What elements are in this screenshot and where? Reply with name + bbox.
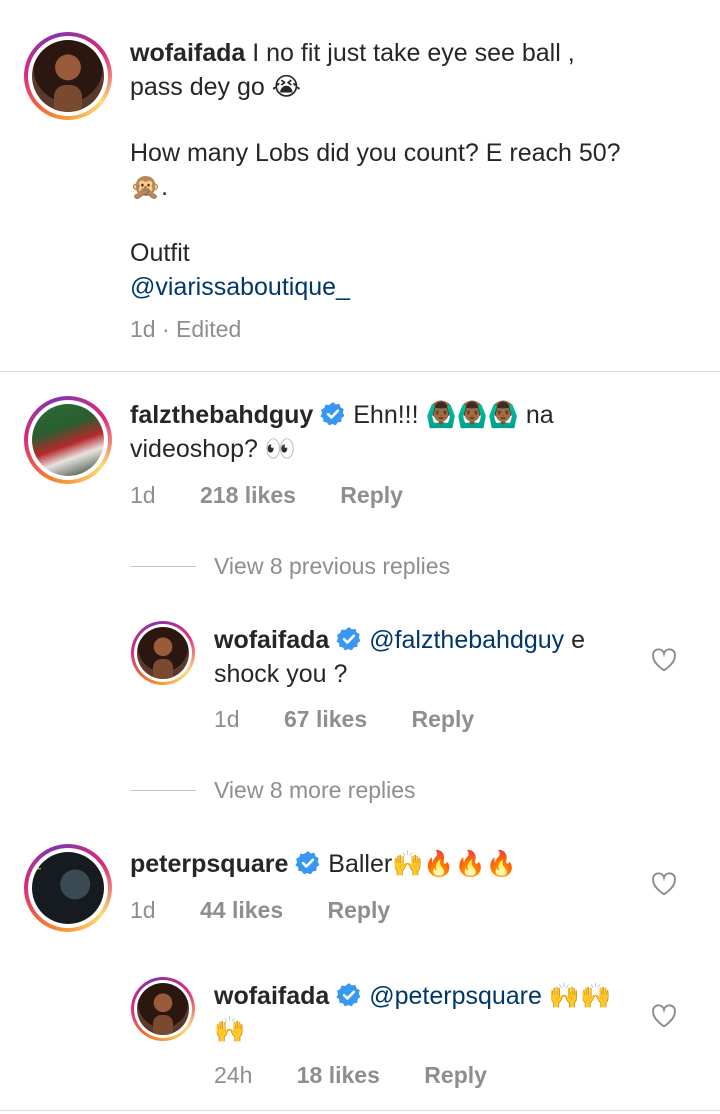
comment-text: peterpsquare Baller🙌🔥🔥🔥 xyxy=(130,850,517,878)
mention-link[interactable]: @falzthebahdguy xyxy=(369,626,564,654)
reply-username[interactable]: wofaifada xyxy=(214,982,329,1010)
comment-meta: 1d 218 likes Reply xyxy=(130,482,403,508)
reply-text: wofaifada @peterpsquare 🙌🙌 🙌 xyxy=(214,982,612,1044)
reply-username[interactable]: wofaifada xyxy=(214,626,329,654)
mention-link[interactable]: @peterpsquare xyxy=(369,982,542,1010)
caption-text: wofaifada I no fit just take eye see bal… xyxy=(130,36,700,304)
comment-username[interactable]: peterpsquare xyxy=(130,850,288,878)
verified-badge-icon xyxy=(336,627,361,651)
avatar-peterpsquare[interactable] xyxy=(24,844,112,932)
avatar-wofaifada[interactable] xyxy=(131,977,195,1041)
comment-username[interactable]: falzthebahdguy xyxy=(130,401,313,429)
avatar-falzthebahdguy[interactable] xyxy=(24,396,112,484)
reply-text: wofaifada @falzthebahdguy e shock you ? xyxy=(214,626,586,688)
verified-badge-icon xyxy=(295,851,320,875)
reply-button[interactable]: Reply xyxy=(328,897,391,923)
reply-button[interactable]: Reply xyxy=(340,482,403,508)
view-more-replies[interactable]: View 8 more replies xyxy=(214,777,416,804)
reply-meta: 24h 18 likes Reply xyxy=(214,1062,487,1088)
divider xyxy=(0,1110,720,1111)
divider xyxy=(0,371,720,372)
reply-button[interactable]: Reply xyxy=(424,1062,487,1088)
view-previous-replies[interactable]: View 8 previous replies xyxy=(214,553,450,580)
avatar-wofaifada[interactable] xyxy=(131,621,195,685)
likes-count[interactable]: 18 likes xyxy=(297,1062,380,1088)
reply-button[interactable]: Reply xyxy=(412,706,475,732)
avatar-wofaifada[interactable] xyxy=(24,32,112,120)
likes-count[interactable]: 218 likes xyxy=(200,482,296,508)
view-replies-line xyxy=(130,790,196,791)
likes-count[interactable]: 67 likes xyxy=(284,706,367,732)
likes-count[interactable]: 44 likes xyxy=(200,897,283,923)
verified-badge-icon xyxy=(320,402,345,426)
caption-meta: 1d · Edited xyxy=(130,316,242,342)
heart-icon[interactable] xyxy=(651,1004,677,1028)
comment-meta: 1d 44 likes Reply xyxy=(130,897,391,923)
view-replies-line xyxy=(130,566,196,567)
heart-icon[interactable] xyxy=(651,872,677,896)
caption-username[interactable]: wofaifada xyxy=(130,39,245,67)
verified-badge-icon xyxy=(336,983,361,1007)
heart-icon[interactable] xyxy=(651,648,677,672)
comment-text: falzthebahdguy Ehn!!! 🙆🏾‍♂️🙆🏾‍♂️🙆🏾‍♂️ na… xyxy=(130,401,554,463)
reply-meta: 1d 67 likes Reply xyxy=(214,706,475,732)
mention-link[interactable]: @viarissaboutique_ xyxy=(130,270,700,304)
